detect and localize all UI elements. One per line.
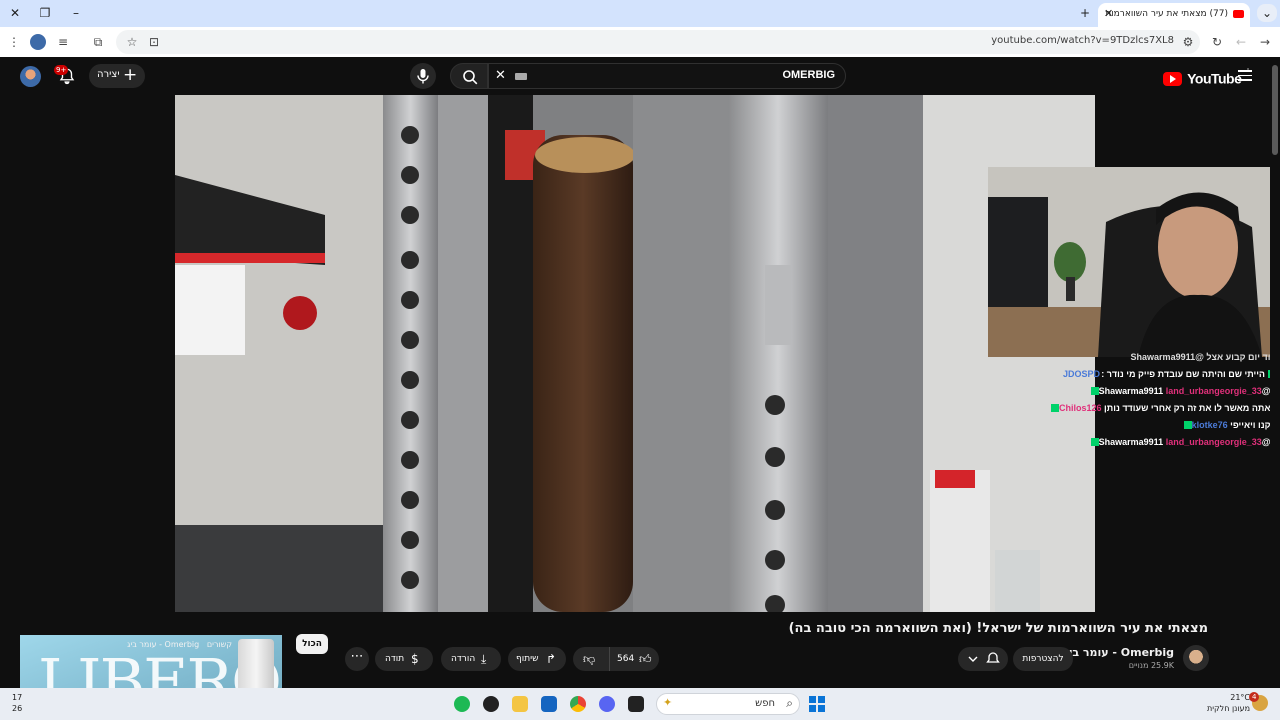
download-label: הורדה: [451, 654, 476, 664]
channel-avatar[interactable]: [1183, 645, 1209, 671]
search-query: OMERBIG: [782, 69, 835, 81]
plus-icon: +: [123, 65, 138, 85]
video-frame: [175, 95, 1095, 612]
page-scrollbar[interactable]: [1270, 57, 1280, 688]
chat-line: : @Shawarma9911 land_urbangeorgie_33: [1088, 386, 1276, 396]
download-icon: ⤓: [481, 652, 487, 666]
chat-line: : אתה מאשר לו את זה רק אחרי שעודד נותן C…: [1048, 403, 1276, 413]
chat-line: עוד יום קבוע אצל @Shawarma9911: [1130, 352, 1276, 362]
create-label: יצירה: [97, 69, 120, 80]
youtube-logo-text: YouTube: [1187, 70, 1242, 87]
restore-window-icon[interactable]: ❐: [35, 4, 55, 22]
media-app-icon[interactable]: [628, 696, 644, 712]
share-icon: ↱: [546, 652, 557, 666]
channel-name[interactable]: Omerbig - עומר ביג: [1064, 646, 1174, 659]
youtube-favicon-icon: [1233, 10, 1244, 18]
omnibox[interactable]: ☆ ⊡ youtube.com/watch?v=9TDzlcs7XL8 ⚙: [116, 30, 1200, 54]
join-button[interactable]: להצטרפות: [1013, 647, 1073, 671]
more-actions-icon[interactable]: ⋯: [345, 647, 369, 671]
search-input[interactable]: ✕ OMERBIG: [488, 63, 846, 89]
extensions-icon[interactable]: ⧉: [90, 34, 106, 50]
notifications-icon[interactable]: 9+: [54, 65, 78, 87]
microphone-icon: [417, 69, 429, 84]
notes-app-icon[interactable]: [541, 696, 557, 712]
chat-line: הייתי שם והיתה שם עובדת פייק מי נודר :: [1101, 369, 1276, 379]
tab-title: (77) מצאתי את עיר השווארמות: [1105, 9, 1228, 19]
chrome-menu-icon[interactable]: ⋮: [6, 34, 22, 50]
file-explorer-icon[interactable]: [512, 696, 528, 712]
site-info-icon[interactable]: ⚙: [1180, 34, 1196, 50]
reading-list-icon[interactable]: ≡: [55, 34, 71, 50]
super-thanks-icon: $: [411, 652, 419, 666]
reload-icon[interactable]: ↻: [1209, 34, 1225, 50]
forward-icon[interactable]: ←: [1233, 34, 1249, 50]
search-button[interactable]: [450, 63, 488, 89]
discord-icon[interactable]: [599, 696, 615, 712]
live-chat-overlay: עוד יום קבוע אצל @Shawarma9911 הייתי שם …: [1010, 352, 1280, 452]
browser-tab-bar: ✕ ❐ – + ✕ (77) מצאתי את עיר השווארמות ⌄: [0, 0, 1280, 27]
tab-search-icon[interactable]: ⌄: [1257, 4, 1277, 22]
share-label: שיתוף: [516, 654, 539, 664]
like-icon[interactable]: 👍︎: [639, 647, 652, 671]
chat-username: JDOSPD: [1062, 369, 1100, 379]
address-bar-row: ⋮ ≡ ⧉ ☆ ⊡ youtube.com/watch?v=9TDzlcs7XL…: [0, 27, 1280, 57]
steam-icon[interactable]: [483, 696, 499, 712]
webcam-frame: [988, 167, 1280, 357]
thanks-label: תודה: [385, 654, 405, 664]
chat-line: : @Shawarma9911 land_urbangeorgie_33: [1088, 437, 1276, 447]
notification-count-badge: 9+: [54, 65, 69, 75]
install-app-icon[interactable]: ⊡: [146, 34, 162, 50]
spotify-icon[interactable]: [454, 696, 470, 712]
search-icon: ⌕: [786, 696, 793, 710]
chat-line: : קנו ויאייפי klotke76: [1181, 420, 1276, 430]
weather-widget[interactable]: 21°C מעונן חלקית: [1207, 692, 1250, 714]
copilot-sparkle-icon: ✦: [663, 696, 673, 709]
close-window-icon[interactable]: ✕: [5, 4, 25, 22]
bookmark-star-icon[interactable]: ☆: [124, 34, 140, 50]
windows-start-icon[interactable]: [809, 696, 825, 712]
thanks-button[interactable]: תודה $: [375, 647, 433, 671]
create-button[interactable]: יצירה +: [89, 64, 145, 88]
dislike-icon[interactable]: 👎︎: [583, 647, 595, 671]
account-avatar[interactable]: [20, 66, 41, 87]
scrollbar-thumb[interactable]: [1272, 65, 1278, 155]
ad-caption: קשורים Omerbig - עומר ביג: [127, 640, 232, 649]
guide-menu-icon[interactable]: [1238, 70, 1252, 81]
minimize-window-icon[interactable]: –: [66, 4, 86, 22]
youtube-play-icon: [1163, 71, 1182, 86]
clear-search-icon[interactable]: ✕: [495, 68, 506, 83]
search-icon: [463, 70, 478, 85]
video-player[interactable]: [175, 95, 1095, 612]
subscriber-count: 25.9K מנויים: [1128, 661, 1174, 670]
youtube-header: 9+ יצירה + ✕ OMERBIG YouTube IL: [0, 57, 1270, 95]
windows-taskbar: 17 26 ⌕ חפש ✦ 21°C מעונן חלקית 4: [0, 688, 1280, 720]
keyboard-icon[interactable]: [515, 73, 527, 80]
share-button[interactable]: שיתוף ↱: [508, 647, 566, 671]
video-title: מצאתי את עיר השווארמות של ישראל! (ואת הש…: [788, 621, 1208, 636]
new-tab-icon[interactable]: +: [1075, 4, 1095, 22]
like-dislike-group: 👎︎ 564 👍︎: [573, 647, 659, 671]
like-count[interactable]: 564: [617, 647, 634, 671]
taskbar-clock[interactable]: 17 26: [12, 692, 22, 714]
taskbar-search[interactable]: ⌕ חפש ✦: [656, 693, 800, 715]
back-icon[interactable]: →: [1257, 34, 1273, 50]
browser-tab[interactable]: ✕ (77) מצאתי את עיר השווארמות: [1098, 3, 1250, 27]
chrome-icon[interactable]: [570, 696, 586, 712]
chip-all[interactable]: הכול: [296, 634, 328, 654]
profile-icon[interactable]: [30, 34, 46, 50]
url-text: youtube.com/watch?v=9TDzlcs7XL8: [991, 35, 1174, 46]
voice-search-button[interactable]: [410, 63, 436, 89]
taskbar-search-label: חפש: [755, 698, 775, 709]
subscribed-bell-button[interactable]: [958, 647, 1008, 671]
streamer-webcam-overlay: [988, 167, 1280, 357]
download-button[interactable]: הורדה ⤓: [441, 647, 501, 671]
